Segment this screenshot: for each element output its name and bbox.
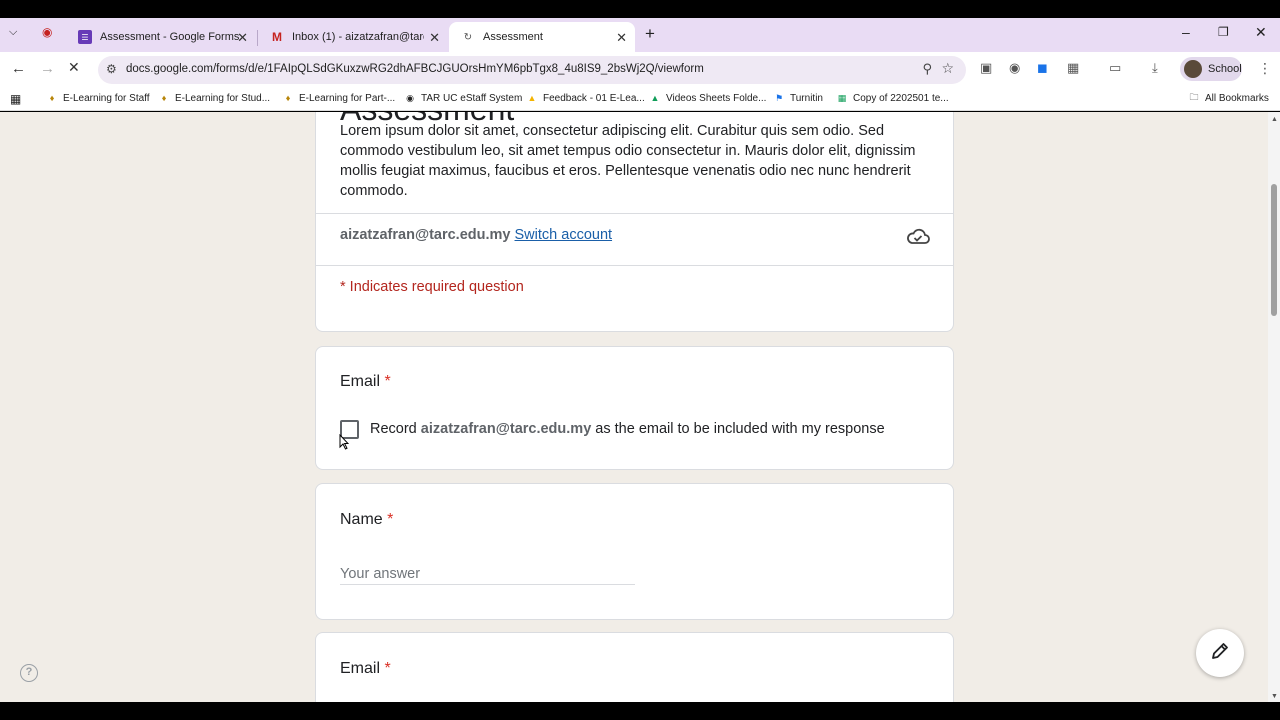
tab-gmail[interactable]: M Inbox (1) - aizatzafran@tarc.edu.my ✕ xyxy=(258,22,448,52)
loading-icon: ↻ xyxy=(463,31,473,43)
record-email-label[interactable]: Record aizatzafran@tarc.edu.my as the em… xyxy=(370,421,885,437)
cloud-saved-icon xyxy=(906,227,930,250)
help-icon[interactable]: ? xyxy=(20,664,38,682)
extension-icon[interactable]: ▣ xyxy=(980,60,992,76)
download-icon[interactable]: ⤓ xyxy=(1152,60,1158,76)
avatar xyxy=(1184,60,1202,78)
scrollbar-thumb[interactable] xyxy=(1271,184,1277,316)
screen-top-bar xyxy=(0,0,1280,18)
minimize-icon[interactable]: – xyxy=(1182,24,1190,40)
puzzle-icon[interactable]: ▦ xyxy=(1067,60,1079,76)
question-title: Email * xyxy=(340,373,391,390)
form-header-card: Assessment Lorem ipsum dolor sit amet, c… xyxy=(315,112,954,332)
screen-bottom-bar xyxy=(0,702,1280,720)
tab-title: Inbox (1) - aizatzafran@tarc.edu.my xyxy=(292,31,424,43)
bookmark-item[interactable]: ▲ Videos Sheets Folde... xyxy=(649,92,767,104)
back-icon[interactable]: ← xyxy=(11,60,26,77)
close-icon[interactable]: ✕ xyxy=(429,30,440,46)
bookmark-star-icon[interactable]: ☆ xyxy=(941,60,954,77)
camera-icon[interactable]: ◉ xyxy=(1009,60,1020,76)
required-asterisk: * xyxy=(384,660,391,677)
apps-grid-icon[interactable]: ▦ xyxy=(10,92,21,106)
pencil-icon xyxy=(1209,640,1231,667)
bookmarks-bar: ▦ ♦ E-Learning for Staff ♦ E-Learning for … xyxy=(0,87,1280,111)
tab-title: Assessment xyxy=(483,31,543,43)
stop-loading-icon[interactable]: ✕ xyxy=(68,59,80,76)
folder-icon: 🗀 xyxy=(1189,92,1199,102)
page-scrollbar[interactable]: ▲ ▼ xyxy=(1268,112,1280,702)
question-card-email: Email * Record aizatzafran@tarc.edu.my a… xyxy=(315,346,954,470)
bookmark-favicon-icon: ♦ xyxy=(161,93,167,103)
bookmark-item[interactable]: ▦ Copy of 2202501 te... xyxy=(836,92,949,104)
bookmark-item[interactable]: ♦ E-Learning for Staff xyxy=(46,92,150,104)
bookmark-item[interactable]: ⚑ Turnitin xyxy=(773,92,823,104)
menu-dots-icon[interactable]: ⋮ xyxy=(1258,60,1272,77)
required-asterisk: * xyxy=(387,511,394,528)
bookmark-favicon-icon: ♦ xyxy=(49,93,55,103)
sheets-icon: ▦ xyxy=(837,92,847,103)
profile-button[interactable]: School xyxy=(1180,57,1242,81)
all-bookmarks-button[interactable]: 🗀 All Bookmarks xyxy=(1188,92,1268,104)
name-input[interactable] xyxy=(340,563,635,585)
question-title: Name * xyxy=(340,511,394,528)
divider xyxy=(316,265,953,266)
switch-account-link[interactable]: Switch account xyxy=(515,227,613,243)
restore-icon[interactable]: ❐ xyxy=(1218,25,1229,39)
scroll-down-icon[interactable]: ▼ xyxy=(1271,693,1278,700)
account-row: aizatzafran@tarc.edu.my Switch account xyxy=(340,227,612,243)
new-tab-icon[interactable]: + xyxy=(645,24,655,44)
divider xyxy=(316,213,953,214)
question-title: Email * xyxy=(340,660,391,677)
bookmark-item[interactable]: ◉ TAR UC eStaff System xyxy=(404,92,522,104)
form-description: Lorem ipsum dolor sit amet, consectetur … xyxy=(340,123,916,199)
google-forms-icon: ☰ xyxy=(78,30,92,44)
bookmark-item[interactable]: ▲ Feedback - 01 E-Lea... xyxy=(526,92,645,104)
browser-toolbar: ← → ✕ ⚙ docs.google.com/forms/d/e/1FAIpQ… xyxy=(0,52,1280,87)
bookmark-item[interactable]: ♦ E-Learning for Stud... xyxy=(158,92,270,104)
mouse-cursor-icon xyxy=(339,433,350,455)
required-note: * Indicates required question xyxy=(340,279,524,295)
url-text: docs.google.com/forms/d/e/1FAIpQLSdGKuxz… xyxy=(126,63,704,75)
forward-icon[interactable]: → xyxy=(40,60,55,77)
required-asterisk: * xyxy=(384,373,391,390)
edit-form-button[interactable] xyxy=(1196,629,1244,677)
tab-strip: ⌵ ◉ ☰ Assessment - Google Forms ✕ M Inbo… xyxy=(0,18,1280,52)
close-icon[interactable]: ✕ xyxy=(237,30,248,46)
drive-icon: ▲ xyxy=(650,93,660,103)
address-bar[interactable]: ⚙ docs.google.com/forms/d/e/1FAIpQLSdGKu… xyxy=(98,56,966,84)
cast-icon[interactable]: ▭ xyxy=(1109,60,1121,76)
turnitin-icon: ⚑ xyxy=(774,92,784,103)
tab-google-forms[interactable]: ☰ Assessment - Google Forms ✕ xyxy=(66,22,256,52)
tab-search-icon[interactable]: ⌵ xyxy=(9,26,17,39)
account-email: aizatzafran@tarc.edu.my xyxy=(340,227,511,243)
drive-icon: ▲ xyxy=(527,93,537,103)
site-info-icon[interactable]: ⚙ xyxy=(106,62,117,76)
close-icon[interactable]: ✕ xyxy=(616,30,627,46)
question-card-email-2: Email * xyxy=(315,632,954,702)
scroll-up-icon[interactable]: ▲ xyxy=(1271,116,1278,123)
form-page: Assessment Lorem ipsum dolor sit amet, c… xyxy=(0,112,1268,702)
bookmark-favicon-icon: ◉ xyxy=(406,92,414,103)
profile-label: School xyxy=(1208,63,1242,75)
window-close-icon[interactable]: ✕ xyxy=(1255,24,1267,41)
question-card-name: Name * xyxy=(315,483,954,620)
bookmark-item[interactable]: ♦ E-Learning for Part-... xyxy=(282,92,395,104)
gmail-icon: M xyxy=(272,30,282,44)
tab-assessment[interactable]: ↻ Assessment ✕ xyxy=(449,22,635,52)
tab-title: Assessment - Google Forms xyxy=(100,31,240,43)
bookmark-favicon-icon: ♦ xyxy=(285,93,291,103)
zoom-icon[interactable]: ⚲ xyxy=(922,61,932,77)
recording-icon[interactable]: ◉ xyxy=(42,25,52,39)
extension-blue-icon[interactable]: ◼ xyxy=(1037,60,1048,76)
